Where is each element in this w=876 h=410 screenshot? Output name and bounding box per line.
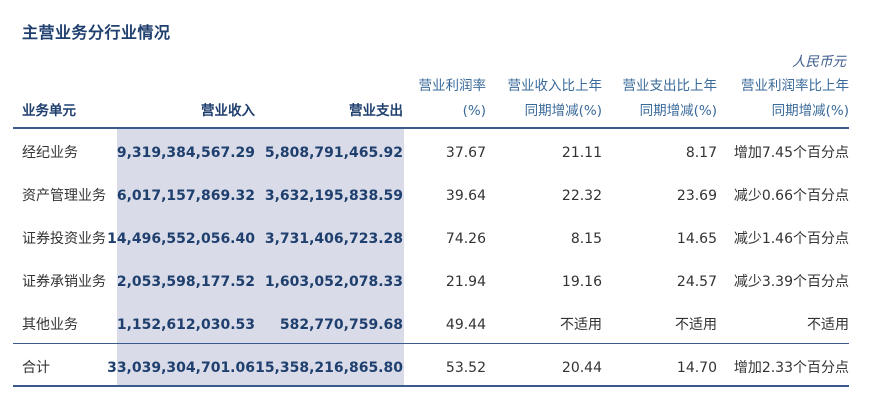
header-expense-change-line1: 营业支出比上年 <box>622 78 718 94</box>
row-margin: 74.26 <box>445 231 486 247</box>
row-segment: 证券投资业务 <box>22 231 106 247</box>
row-segment: 其他业务 <box>22 317 78 333</box>
header-margin-line2: (%) <box>462 103 486 119</box>
total-revenue-change: 20.44 <box>561 360 602 376</box>
row-margin: 21.94 <box>445 274 486 290</box>
header-margin-line1: 营业利润率 <box>418 78 487 94</box>
section-title: 主营业务分行业情况 <box>22 23 171 42</box>
row-expense-change: 23.69 <box>676 188 717 204</box>
row-expense: 582,770,759.68 <box>279 317 403 333</box>
header-expense-change-line2: 同期增减(%) <box>639 103 717 119</box>
total-segment: 合计 <box>22 360 50 376</box>
row-margin: 49.44 <box>445 317 486 333</box>
row-segment: 资产管理业务 <box>22 188 106 204</box>
header-margin-change-line1: 营业利润率比上年 <box>741 78 849 94</box>
total-expense-change: 14.70 <box>676 360 717 376</box>
row-revenue: 1,152,612,030.53 <box>116 317 255 333</box>
row-revenue-change: 21.11 <box>561 145 602 161</box>
header-expense: 营业支出 <box>349 103 403 119</box>
row-margin-change: 减少3.39个百分点 <box>733 274 849 290</box>
total-rule <box>13 343 849 344</box>
row-revenue-change: 19.16 <box>561 274 602 290</box>
row-margin-change: 减少1.46个百分点 <box>733 231 849 247</box>
row-revenue: 2,053,598,177.52 <box>116 274 255 290</box>
bottom-rule <box>13 385 849 387</box>
row-expense: 3,632,195,838.59 <box>264 188 403 204</box>
header-revenue-change-line2: 同期增减(%) <box>524 103 602 119</box>
row-segment: 证券承销业务 <box>22 274 106 290</box>
row-revenue-change: 22.32 <box>561 188 602 204</box>
row-margin-change: 不适用 <box>807 317 849 333</box>
row-expense: 5,808,791,465.92 <box>264 145 403 161</box>
header-margin-change: 营业利润率比上年 同期增减(%) <box>741 74 849 124</box>
currency-unit: 人民币元 <box>792 54 846 70</box>
header-revenue-change-line1: 营业收入比上年 <box>507 78 603 94</box>
row-margin: 39.64 <box>445 188 486 204</box>
header-revenue: 营业收入 <box>201 103 255 119</box>
header-expense-change: 营业支出比上年 同期增减(%) <box>623 74 718 124</box>
row-expense-change: 8.17 <box>685 145 717 161</box>
total-revenue: 33,039,304,701.06 <box>107 360 255 376</box>
row-segment: 经纪业务 <box>22 145 78 161</box>
row-expense-change: 14.65 <box>676 231 717 247</box>
row-expense: 1,603,052,078.33 <box>264 274 403 290</box>
row-revenue-change: 不适用 <box>560 317 602 333</box>
amount-columns-shading <box>117 128 404 385</box>
row-margin: 37.67 <box>445 145 486 161</box>
row-margin-change: 减少0.66个百分点 <box>733 188 849 204</box>
row-expense-change: 24.57 <box>676 274 717 290</box>
header-margin: 营业利润率 (%) <box>419 74 487 124</box>
row-margin-change: 增加7.45个百分点 <box>733 145 849 161</box>
row-expense-change: 不适用 <box>675 317 717 333</box>
row-revenue: 9,319,384,567.29 <box>116 145 255 161</box>
header-margin-change-line2: 同期增减(%) <box>771 103 849 119</box>
row-revenue: 6,017,157,869.32 <box>116 188 255 204</box>
row-expense: 3,731,406,723.28 <box>264 231 403 247</box>
total-margin-change: 增加2.33个百分点 <box>733 360 849 376</box>
header-segment: 业务单元 <box>22 103 76 119</box>
row-revenue-change: 8.15 <box>570 231 602 247</box>
total-expense: 15,358,216,865.80 <box>255 360 403 376</box>
header-rule <box>13 127 849 129</box>
total-margin: 53.52 <box>445 360 486 376</box>
row-revenue: 14,496,552,056.40 <box>107 231 255 247</box>
header-revenue-change: 营业收入比上年 同期增减(%) <box>508 74 603 124</box>
